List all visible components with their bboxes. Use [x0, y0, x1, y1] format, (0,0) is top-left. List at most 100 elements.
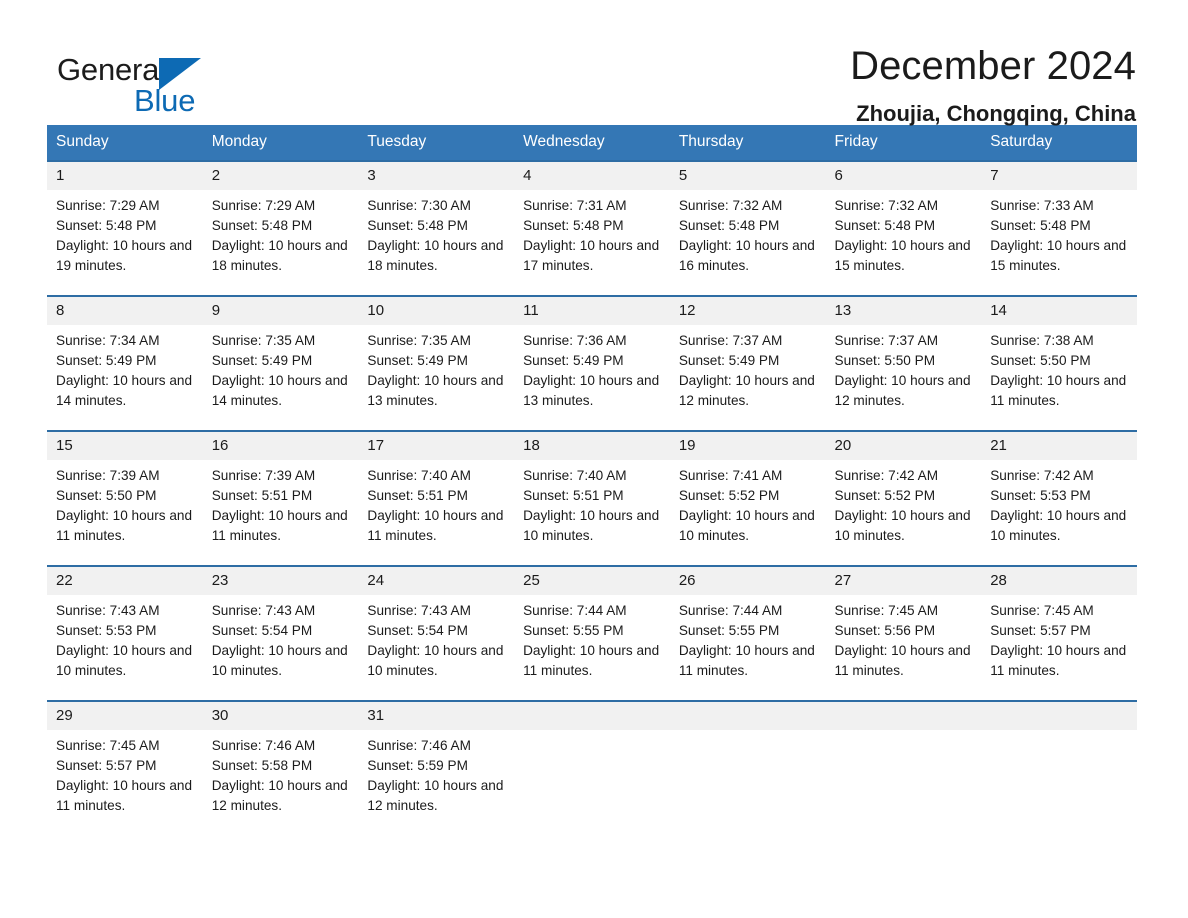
calendar-day-cell[interactable]: 2 Sunrise: 7:29 AM Sunset: 5:48 PM Daylig… — [202, 160, 359, 296]
calendar-day-cell[interactable]: 15 Sunrise: 7:39 AM Sunset: 5:50 PM Dayli… — [47, 430, 203, 566]
calendar-body: 1 Sunrise: 7:29 AM Sunset: 5:48 PM Daylig… — [47, 160, 1137, 821]
weekday-header-row: Sunday Monday Tuesday Wednesday Thursday… — [47, 125, 1137, 161]
sun-times-info: Sunrise: 7:46 AM Sunset: 5:58 PM Dayligh… — [211, 738, 348, 813]
day-number — [981, 702, 1137, 730]
page-title: December 2024 — [850, 44, 1136, 88]
sun-times-info: Sunrise: 7:43 AM Sunset: 5:54 PM Dayligh… — [367, 603, 504, 678]
day-number: 5 — [669, 162, 826, 190]
calendar-day-cell[interactable]: 3 Sunrise: 7:30 AM Sunset: 5:48 PM Daylig… — [358, 160, 515, 296]
sun-times-info: Sunrise: 7:45 AM Sunset: 5:57 PM Dayligh… — [990, 603, 1127, 678]
calendar-day-cell[interactable]: 7 Sunrise: 7:33 AM Sunset: 5:48 PM Daylig… — [981, 160, 1137, 296]
sun-times-info: Sunrise: 7:46 AM Sunset: 5:59 PM Dayligh… — [367, 738, 504, 813]
sun-times-info: Sunrise: 7:37 AM Sunset: 5:50 PM Dayligh… — [834, 333, 971, 408]
day-number — [669, 702, 826, 730]
calendar-day-cell[interactable]: 11 Sunrise: 7:36 AM Sunset: 5:49 PM Dayli… — [514, 295, 670, 431]
day-number: 17 — [358, 432, 515, 460]
calendar-day-cell[interactable]: 18 Sunrise: 7:40 AM Sunset: 5:51 PM Dayli… — [514, 430, 670, 566]
sun-times-info: Sunrise: 7:34 AM Sunset: 5:49 PM Dayligh… — [56, 333, 193, 408]
sun-times-info: Sunrise: 7:44 AM Sunset: 5:55 PM Dayligh… — [678, 603, 815, 678]
day-number: 15 — [47, 432, 203, 460]
day-number: 7 — [981, 162, 1137, 190]
calendar-day-cell-empty — [825, 700, 982, 821]
calendar-day-cell[interactable]: 4 Sunrise: 7:31 AM Sunset: 5:48 PM Daylig… — [514, 160, 670, 296]
sun-times-info: Sunrise: 7:31 AM Sunset: 5:48 PM Dayligh… — [523, 198, 660, 273]
calendar-day-cell[interactable]: 26 Sunrise: 7:44 AM Sunset: 5:55 PM Dayli… — [669, 565, 826, 701]
calendar-day-cell[interactable]: 14 Sunrise: 7:38 AM Sunset: 5:50 PM Dayli… — [981, 295, 1137, 431]
day-number: 18 — [514, 432, 670, 460]
day-number: 11 — [514, 297, 670, 325]
weekday-header-sunday: Sunday — [47, 125, 203, 161]
location-subtitle: Zhoujia, Chongqing, China — [856, 101, 1136, 126]
calendar-day-cell[interactable]: 13 Sunrise: 7:37 AM Sunset: 5:50 PM Dayli… — [825, 295, 982, 431]
calendar-week-row: 29 Sunrise: 7:45 AM Sunset: 5:57 PM Dayli… — [47, 700, 1137, 821]
day-number: 8 — [47, 297, 203, 325]
sun-times-info — [981, 730, 1137, 736]
calendar-day-cell[interactable]: 27 Sunrise: 7:45 AM Sunset: 5:56 PM Dayli… — [825, 565, 982, 701]
calendar-day-cell[interactable]: 20 Sunrise: 7:42 AM Sunset: 5:52 PM Dayli… — [825, 430, 982, 566]
day-number: 16 — [202, 432, 359, 460]
sun-times-info: Sunrise: 7:45 AM Sunset: 5:56 PM Dayligh… — [834, 603, 971, 678]
generalblue-logo[interactable]: General Blue — [54, 46, 264, 120]
day-number: 24 — [358, 567, 515, 595]
day-number: 19 — [669, 432, 826, 460]
calendar-day-cell[interactable]: 8 Sunrise: 7:34 AM Sunset: 5:49 PM Daylig… — [47, 295, 203, 431]
day-number: 6 — [825, 162, 982, 190]
calendar-day-cell[interactable]: 29 Sunrise: 7:45 AM Sunset: 5:57 PM Dayli… — [47, 700, 203, 821]
day-number: 31 — [358, 702, 515, 730]
weekday-header-monday: Monday — [202, 125, 359, 161]
calendar-day-cell[interactable]: 31 Sunrise: 7:46 AM Sunset: 5:59 PM Dayli… — [358, 700, 515, 821]
day-number: 27 — [825, 567, 982, 595]
calendar-day-cell[interactable]: 12 Sunrise: 7:37 AM Sunset: 5:49 PM Dayli… — [669, 295, 826, 431]
sun-times-info: Sunrise: 7:35 AM Sunset: 5:49 PM Dayligh… — [367, 333, 504, 408]
day-number: 22 — [47, 567, 203, 595]
sun-times-info: Sunrise: 7:39 AM Sunset: 5:50 PM Dayligh… — [56, 468, 193, 543]
sun-times-info: Sunrise: 7:33 AM Sunset: 5:48 PM Dayligh… — [990, 198, 1127, 273]
day-number: 26 — [669, 567, 826, 595]
day-number: 29 — [47, 702, 203, 730]
day-number: 25 — [514, 567, 670, 595]
day-number: 2 — [202, 162, 359, 190]
calendar-day-cell[interactable]: 23 Sunrise: 7:43 AM Sunset: 5:54 PM Dayli… — [202, 565, 359, 701]
calendar-day-cell[interactable]: 1 Sunrise: 7:29 AM Sunset: 5:48 PM Daylig… — [47, 160, 203, 296]
calendar-day-cell[interactable]: 28 Sunrise: 7:45 AM Sunset: 5:57 PM Dayli… — [981, 565, 1137, 701]
day-number: 10 — [358, 297, 515, 325]
day-number: 9 — [202, 297, 359, 325]
sun-times-info — [514, 730, 670, 736]
calendar-week-row: 15 Sunrise: 7:39 AM Sunset: 5:50 PM Dayli… — [47, 430, 1137, 566]
day-number: 12 — [669, 297, 826, 325]
day-number — [825, 702, 982, 730]
calendar-day-cell[interactable]: 9 Sunrise: 7:35 AM Sunset: 5:49 PM Daylig… — [202, 295, 359, 431]
calendar-day-cell[interactable]: 21 Sunrise: 7:42 AM Sunset: 5:53 PM Dayli… — [981, 430, 1137, 566]
calendar-day-cell[interactable]: 25 Sunrise: 7:44 AM Sunset: 5:55 PM Dayli… — [514, 565, 670, 701]
sun-times-info: Sunrise: 7:40 AM Sunset: 5:51 PM Dayligh… — [523, 468, 660, 543]
weekday-header-saturday: Saturday — [981, 125, 1137, 161]
page-header: General Blue December 2024 Zhoujia, Chon… — [0, 0, 1188, 125]
calendar-day-cell[interactable]: 16 Sunrise: 7:39 AM Sunset: 5:51 PM Dayli… — [202, 430, 359, 566]
calendar-day-cell-empty — [981, 700, 1137, 821]
sun-times-info: Sunrise: 7:44 AM Sunset: 5:55 PM Dayligh… — [523, 603, 660, 678]
calendar-day-cell[interactable]: 30 Sunrise: 7:46 AM Sunset: 5:58 PM Dayli… — [202, 700, 359, 821]
day-number: 14 — [981, 297, 1137, 325]
calendar-day-cell[interactable]: 17 Sunrise: 7:40 AM Sunset: 5:51 PM Dayli… — [358, 430, 515, 566]
sun-times-info: Sunrise: 7:42 AM Sunset: 5:53 PM Dayligh… — [990, 468, 1127, 543]
calendar-day-cell[interactable]: 5 Sunrise: 7:32 AM Sunset: 5:48 PM Daylig… — [669, 160, 826, 296]
logo-text-general: General — [57, 52, 166, 87]
calendar-week-row: 22 Sunrise: 7:43 AM Sunset: 5:53 PM Dayli… — [47, 565, 1137, 701]
calendar-day-cell[interactable]: 19 Sunrise: 7:41 AM Sunset: 5:52 PM Dayli… — [669, 430, 826, 566]
sun-times-info: Sunrise: 7:35 AM Sunset: 5:49 PM Dayligh… — [211, 333, 348, 408]
day-number: 20 — [825, 432, 982, 460]
calendar-day-cell[interactable]: 22 Sunrise: 7:43 AM Sunset: 5:53 PM Dayli… — [47, 565, 203, 701]
day-number: 3 — [358, 162, 515, 190]
sun-times-info — [670, 730, 826, 736]
weekday-header-wednesday: Wednesday — [514, 125, 670, 161]
calendar-day-cell[interactable]: 6 Sunrise: 7:32 AM Sunset: 5:48 PM Daylig… — [825, 160, 982, 296]
day-number: 4 — [514, 162, 670, 190]
day-number: 1 — [47, 162, 203, 190]
weekday-header-thursday: Thursday — [669, 125, 826, 161]
calendar-day-cell[interactable]: 10 Sunrise: 7:35 AM Sunset: 5:49 PM Dayli… — [358, 295, 515, 431]
sun-times-info: Sunrise: 7:43 AM Sunset: 5:53 PM Dayligh… — [56, 603, 193, 678]
calendar-week-row: 8 Sunrise: 7:34 AM Sunset: 5:49 PM Daylig… — [47, 295, 1137, 431]
day-number — [514, 702, 670, 730]
sun-times-info: Sunrise: 7:39 AM Sunset: 5:51 PM Dayligh… — [211, 468, 348, 543]
calendar-day-cell[interactable]: 24 Sunrise: 7:43 AM Sunset: 5:54 PM Dayli… — [358, 565, 515, 701]
